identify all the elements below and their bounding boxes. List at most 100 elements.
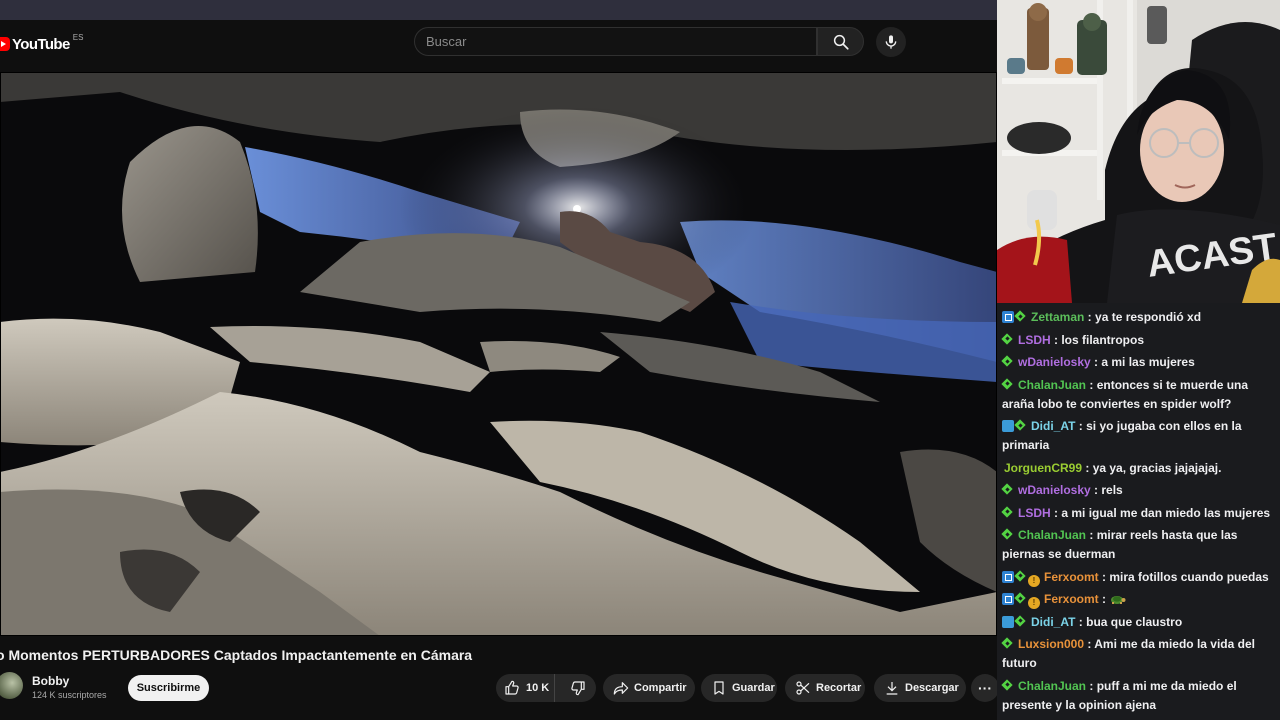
chat-message-text: rels — [1101, 483, 1123, 497]
chat-separator: : — [1084, 310, 1096, 324]
chat-username[interactable]: Didi_AT — [1031, 419, 1075, 433]
like-dislike-group: 10 K — [496, 674, 596, 702]
coin-badge-icon[interactable]: ! — [1028, 574, 1040, 587]
chat-message: ChalanJuan : puff a mi me da miedo el pr… — [1002, 677, 1274, 715]
diamond-badge-icon[interactable] — [1002, 529, 1014, 541]
chat-separator: : — [1075, 419, 1087, 433]
chat-username[interactable]: wDanielosky — [1018, 355, 1091, 369]
chat-message: wDanielosky : rels — [1002, 481, 1274, 500]
chat-message: Luxsion000 : Ami me da miedo la vida del… — [1002, 635, 1274, 673]
chat-message: Zettaman : ya te respondió xd — [1002, 308, 1274, 327]
chat-username[interactable]: ChalanJuan — [1018, 528, 1086, 542]
diamond-badge-icon[interactable] — [1002, 507, 1014, 519]
prime-badge-icon[interactable] — [1002, 311, 1014, 323]
chat-message: JorguenCR99 : ya ya, gracias jajajajaj. — [1002, 459, 1274, 478]
chat-username[interactable]: Didi_AT — [1031, 615, 1075, 629]
chat-message-text: a mi igual me dan miedo las mujeres — [1061, 505, 1271, 520]
country-code: ES — [72, 32, 84, 42]
save-button[interactable]: Guardar — [701, 674, 777, 702]
microphone-icon — [885, 35, 897, 49]
search-box — [414, 27, 817, 56]
chat-username[interactable]: Ferxoomt — [1044, 592, 1099, 606]
download-button[interactable]: Descargar — [874, 674, 966, 702]
coin-badge-icon[interactable]: ! — [1028, 597, 1040, 609]
search-button[interactable] — [817, 27, 864, 56]
chat-username[interactable]: LSDH — [1018, 506, 1051, 520]
share-button[interactable]: Compartir — [603, 674, 695, 702]
chat-message-text: bua que claustro — [1086, 614, 1183, 629]
chat-username[interactable]: JorguenCR99 — [1004, 461, 1082, 475]
chat-separator: : — [1090, 483, 1102, 497]
cube-badge-icon[interactable] — [1002, 420, 1014, 432]
chat-separator: : — [1084, 637, 1095, 651]
youtube-masthead: YouTube ES — [0, 20, 997, 72]
chat-separator: : — [1086, 678, 1097, 693]
chat-username[interactable]: Ferxoomt — [1044, 570, 1099, 584]
download-label: Descargar — [905, 682, 959, 694]
diamond-badge-icon[interactable] — [1002, 484, 1014, 496]
youtube-logo-text: YouTube — [12, 35, 70, 53]
chat-message-text: mira fotillos cuando puedas — [1109, 569, 1269, 584]
diamond-badge-icon[interactable] — [1015, 311, 1027, 323]
chat-username[interactable]: wDanielosky — [1018, 483, 1091, 497]
chat-separator: : — [1086, 528, 1097, 542]
chat-message-text: ya ya, gracias jajajajaj. — [1092, 460, 1222, 475]
chat-username[interactable]: Luxsion000 — [1018, 637, 1084, 651]
streamer-webcam-image: ACAST — [997, 0, 1280, 303]
more-actions-button[interactable]: ··· — [971, 674, 997, 702]
search-icon — [833, 34, 849, 50]
diamond-badge-icon[interactable] — [1002, 379, 1014, 391]
chat-separator: : — [1082, 460, 1093, 475]
stream-chat: Zettaman : ya te respondió xd LSDH : los … — [997, 303, 1280, 720]
clip-label: Recortar — [816, 682, 862, 694]
bookmark-icon — [714, 681, 724, 695]
chat-message: ! Ferxoomt : — [1002, 590, 1274, 609]
search-input[interactable] — [426, 34, 816, 49]
diamond-badge-icon[interactable] — [1002, 680, 1014, 692]
prime-badge-icon[interactable] — [1002, 593, 1014, 605]
browser-top-strip — [0, 0, 997, 20]
chat-username[interactable]: Zettaman — [1031, 310, 1084, 324]
diamond-badge-icon[interactable] — [1002, 334, 1014, 346]
cube-badge-icon[interactable] — [1002, 615, 1014, 628]
video-title: o Momentos PERTURBADORES Captados Impact… — [0, 647, 473, 663]
chat-separator: : — [1075, 614, 1087, 629]
prime-badge-icon[interactable] — [1002, 570, 1014, 583]
more-icon: ··· — [978, 680, 992, 696]
diamond-badge-icon[interactable] — [1015, 616, 1027, 628]
clip-button[interactable]: Recortar — [785, 674, 865, 702]
chat-username[interactable]: LSDH — [1018, 333, 1051, 347]
video-player[interactable] — [0, 72, 997, 636]
youtube-capture: YouTube ES Buscar o Momentos PERTURBADOR… — [0, 0, 997, 720]
chat-message-text: los filantropos — [1061, 332, 1145, 347]
webcam-feed: ACAST — [997, 0, 1280, 303]
youtube-logo[interactable]: YouTube ES — [0, 33, 83, 55]
chat-message-text: a mi las mujeres — [1101, 355, 1195, 369]
chat-message: LSDH : a mi igual me dan miedo las mujer… — [1002, 504, 1274, 523]
chat-username[interactable]: ChalanJuan — [1018, 679, 1086, 693]
voice-search-button[interactable] — [876, 27, 906, 57]
diamond-badge-icon[interactable] — [1015, 571, 1027, 583]
dislike-button[interactable] — [560, 674, 596, 702]
chat-username[interactable]: ChalanJuan — [1018, 378, 1086, 392]
video-frame-cave — [0, 72, 997, 636]
share-icon — [613, 682, 629, 695]
chat-message: Didi_AT : bua que claustro — [1002, 613, 1274, 632]
screen: YouTube ES Buscar o Momentos PERTURBADOR… — [0, 0, 1280, 720]
channel-subscriber-count: 124 K suscriptores — [32, 690, 107, 700]
like-button[interactable]: 10 K — [496, 674, 556, 702]
share-label: Compartir — [634, 682, 687, 694]
channel-name[interactable]: Bobby — [32, 674, 69, 688]
chat-message: ! Ferxoomt : mira fotillos cuando puedas — [1002, 568, 1274, 587]
download-icon — [886, 682, 898, 695]
channel-avatar[interactable] — [0, 672, 23, 699]
diamond-badge-icon[interactable] — [1002, 356, 1014, 368]
thumbs-up-icon — [505, 680, 519, 695]
chat-separator: : — [1098, 569, 1110, 584]
diamond-badge-icon[interactable] — [1002, 638, 1014, 650]
diamond-badge-icon[interactable] — [1015, 593, 1027, 605]
diamond-badge-icon[interactable] — [1015, 420, 1027, 432]
subscribe-button[interactable]: Suscribirme — [128, 675, 209, 701]
chat-separator: : — [1090, 355, 1102, 369]
chat-message-text: ya te respondió xd — [1095, 310, 1202, 324]
